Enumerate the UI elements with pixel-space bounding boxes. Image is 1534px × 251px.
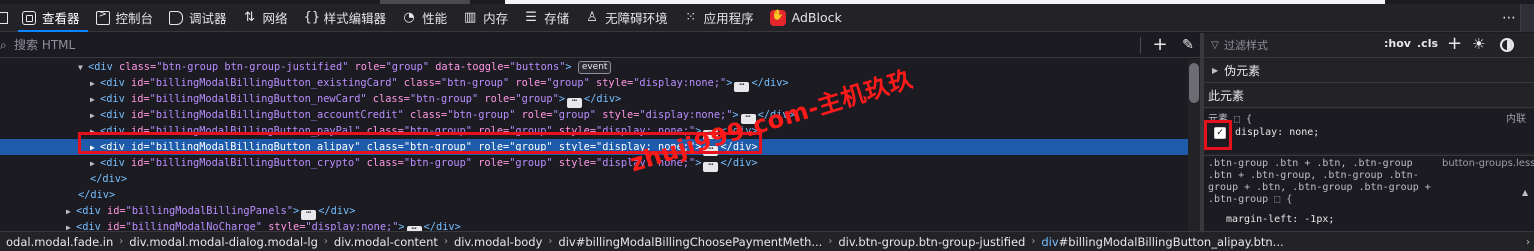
expand-arrow-icon[interactable]: ▶ [90, 76, 100, 92]
inline-style-rule: 元素 ⬚ { 内联 ✓ display: none; [1204, 109, 1534, 153]
rules-panel: ▽ :hov .cls + ☀ ▶ 伪元素 此元素 元素 ⬚ { 内联 ✓ di… [1204, 33, 1534, 231]
expand-arrow-icon[interactable]: ▶ [90, 156, 100, 172]
inspector-icon [22, 10, 36, 25]
devtools-toolbar: 查看器 控制台 调试器 ⇅ 网络 {} 样式编辑器 ◔ 性能 ▥ 内存 ☰ 存储… [0, 4, 1534, 32]
search-icon: ⌕ [0, 37, 7, 52]
storage-icon: ☰ [525, 9, 537, 25]
search-row: ⌕ + ✎ [0, 33, 1200, 58]
css-rule: .btn-group .btn + .btn, .btn-group .btn … [1204, 155, 1534, 231]
expand-arrow-icon[interactable]: ▶ [66, 204, 76, 220]
console-icon [95, 9, 110, 25]
this-element-label: 此元素 [1208, 89, 1245, 103]
breadcrumb: odal.modal.fade.in › div.modal.modal-dia… [0, 231, 1534, 251]
adblock-icon [769, 9, 786, 26]
light-mode-icon[interactable]: ☀ [1472, 35, 1485, 53]
divider [1140, 37, 1141, 54]
breadcrumb-item-current[interactable]: div#billingModalBillingButton_alipay.btn… [1035, 235, 1289, 249]
tab-label: 内存 [483, 11, 509, 26]
style-editor-icon: {} [303, 9, 321, 25]
collapse-arrow-icon[interactable]: ▼ [78, 60, 88, 76]
chevron-right-icon[interactable]: › [1526, 232, 1530, 251]
tab-application[interactable]: ⁙ 应用程序 [676, 4, 762, 32]
tab-label: 查看器 [42, 11, 80, 26]
expand-arrow-icon[interactable]: ▶ [90, 108, 100, 124]
accessibility-icon: ♙ [586, 9, 598, 25]
markup-node[interactable]: ▶ <div id="billingModalBillingPanels"> ⋯ </… [0, 203, 1188, 220]
hov-toggle-button[interactable]: :hov [1384, 37, 1411, 50]
breadcrumb-item[interactable]: div.modal-content [328, 235, 444, 249]
toolbar-grip[interactable] [1520, 4, 1534, 32]
memory-icon: ▥ [463, 9, 477, 25]
markup-node[interactable]: ▶ <div id="billingModalBillingButton_exis… [0, 75, 1188, 92]
markup-node[interactable]: </div> [0, 187, 1188, 203]
more-options-icon[interactable]: ⋯ [1498, 4, 1520, 32]
rules-scrollbar[interactable]: ▲ [1522, 188, 1532, 223]
breadcrumb-item[interactable]: div.modal.modal-dialog.modal-lg [123, 235, 324, 249]
tab-label: 存储 [544, 11, 570, 26]
eyedropper-icon[interactable]: ✎ [1178, 35, 1198, 55]
pick-element-icon[interactable] [0, 4, 14, 32]
tab-label: 样式编辑器 [323, 11, 387, 26]
rule-source-link[interactable]: button-groups.less:30 [1442, 158, 1534, 170]
event-badge[interactable]: event [577, 61, 612, 74]
tab-inspector[interactable]: 查看器 [14, 4, 88, 32]
tab-label: 调试器 [189, 11, 227, 26]
tab-debugger[interactable]: 调试器 [161, 4, 235, 32]
expand-arrow-icon[interactable]: ▶ [1212, 66, 1218, 75]
cls-toggle-button[interactable]: .cls [1417, 37, 1438, 50]
dark-mode-icon[interactable] [1500, 38, 1514, 52]
tab-label: 控制台 [115, 11, 154, 26]
markup-node[interactable]: ▼ <div class="btn-group btn-group-justifi… [0, 59, 1188, 75]
markup-node[interactable]: </div> [0, 171, 1188, 187]
highlight-annotation-box [1204, 120, 1232, 150]
tab-label: 性能 [422, 11, 448, 26]
filter-styles-input[interactable] [1222, 38, 1382, 52]
application-icon: ⁙ [685, 9, 697, 25]
declaration[interactable]: display: none; [1235, 127, 1319, 138]
add-rule-button[interactable]: + [1447, 33, 1462, 54]
expand-arrow-icon[interactable]: ▶ [90, 92, 100, 108]
toolbar-right-controls: ⋯ [1498, 4, 1534, 32]
active-tab-indicator [18, 30, 88, 32]
breadcrumb-item[interactable]: div.modal-body [448, 235, 548, 249]
filter-icon: ▽ [1211, 39, 1219, 51]
tab-label: 应用程序 [703, 11, 754, 26]
search-html-input[interactable] [10, 38, 1110, 52]
scroll-up-icon[interactable]: ▲ [1522, 188, 1532, 198]
tab-accessibility[interactable]: ♙ 无障碍环境 [577, 4, 676, 32]
breadcrumb-item[interactable]: odal.modal.fade.in [0, 235, 119, 249]
markup-node[interactable]: ▶ <div id="billingModalBillingButton_cryp… [0, 155, 1188, 172]
filter-row: ▽ :hov .cls + ☀ [1204, 33, 1534, 58]
markup-node[interactable]: ▶ <div id="billingModalBillingButton_newC… [0, 91, 1188, 108]
breadcrumb-item[interactable]: div.btn-group.btn-group-justified [832, 235, 1031, 249]
tab-style-editor[interactable]: {} 样式编辑器 [296, 4, 395, 32]
network-icon: ⇅ [244, 9, 255, 25]
tab-performance[interactable]: ◔ 性能 [394, 4, 455, 32]
tab-label: 无障碍环境 [605, 11, 668, 26]
tab-memory[interactable]: ▥ 内存 [455, 4, 516, 32]
performance-icon: ◔ [403, 9, 415, 25]
tab-network[interactable]: ⇅ 网络 [235, 4, 296, 32]
this-element-header: 此元素 [1204, 84, 1534, 108]
pseudo-elements-section[interactable]: ▶ 伪元素 [1204, 59, 1534, 83]
add-node-button[interactable]: + [1150, 35, 1170, 55]
breadcrumb-item[interactable]: div#billingModalBillingChoosePaymentMeth… [552, 235, 828, 249]
pseudo-elements-label: 伪元素 [1224, 64, 1261, 78]
rule-selector: .btn-group .btn + .btn, .btn-group .btn … [1208, 158, 1431, 205]
markup-scrollbar[interactable] [1188, 59, 1200, 231]
tab-label: 网络 [262, 11, 288, 26]
markup-node[interactable]: ▶ <div id="billingModalBillingButton_acco… [0, 107, 1188, 124]
scrollbar-thumb[interactable] [1189, 63, 1199, 103]
tab-label: AdBlock [791, 10, 842, 25]
tab-console[interactable]: 控制台 [88, 4, 162, 32]
tab-adblock[interactable]: AdBlock [762, 4, 850, 32]
rule-source[interactable]: 内联 [1506, 110, 1526, 125]
declaration[interactable]: margin-left: -1px; [1226, 214, 1334, 226]
debugger-icon [169, 10, 184, 25]
tab-storage[interactable]: ☰ 存储 [516, 4, 577, 32]
